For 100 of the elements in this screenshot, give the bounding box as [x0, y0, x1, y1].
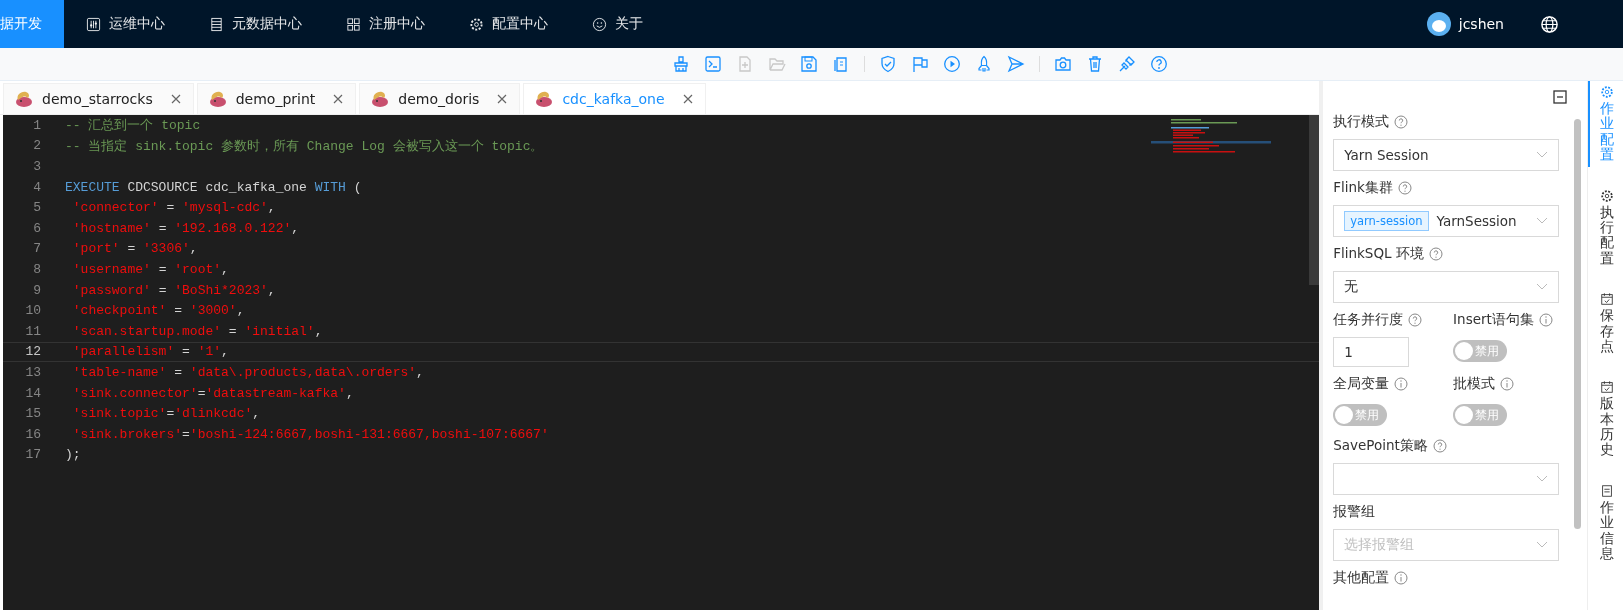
document-icon: [1599, 483, 1614, 498]
camera-icon[interactable]: [1054, 55, 1072, 73]
code-line: 'scan.startup.mode' = 'initial',: [71, 323, 323, 339]
code-line: EXECUTE CDCSOURCE cdc_kafka_one WITH (: [65, 179, 362, 195]
file-tab[interactable]: demo_print: [196, 83, 357, 114]
list-icon: [209, 16, 224, 32]
nav-item[interactable]: 元数据中心: [187, 0, 324, 48]
field-label: Insert语句集: [1453, 311, 1534, 329]
field-label: 其他配置: [1333, 569, 1390, 587]
globe-icon[interactable]: [1540, 14, 1559, 34]
collapse-icon[interactable]: [1553, 90, 1567, 104]
settings-icon: [469, 16, 484, 32]
user-name[interactable]: jcshen: [1458, 16, 1504, 32]
line-number: 13: [24, 364, 41, 380]
close-icon[interactable]: [497, 94, 508, 104]
broom-icon[interactable]: [672, 55, 690, 73]
line-number: 11: [24, 323, 41, 339]
calendar-icon: [1599, 380, 1614, 395]
number-field[interactable]: 1: [1333, 337, 1410, 367]
code-line: 'checkpoint' = '3000',: [71, 303, 245, 319]
line-number: 14: [24, 385, 41, 401]
code-line: 'connector' = 'mysql-cdc',: [71, 200, 276, 216]
line-number: 3: [32, 159, 41, 174]
file-tab[interactable]: demo_starrocks: [3, 83, 194, 114]
select-field[interactable]: 无: [1333, 271, 1559, 303]
nav-item[interactable]: 关于: [570, 0, 665, 48]
code-line: 'hostname' = '192.168.0.122',: [71, 220, 300, 236]
code-line: 'port' = '3306',: [71, 241, 198, 257]
settings-icon: [1599, 85, 1614, 99]
sliders-icon: [86, 16, 101, 32]
select-field[interactable]: yarn-session YarnSession: [1333, 205, 1559, 237]
line-number: 4: [32, 179, 41, 195]
nav-item[interactable]: 注册中心: [324, 0, 447, 48]
send-icon[interactable]: [1007, 55, 1025, 73]
line-number: 2: [32, 138, 41, 154]
nav-item[interactable]: 配置中心: [447, 0, 570, 48]
code-line: 'username' = 'root',: [71, 261, 229, 277]
field-label: SavePoint策略: [1333, 437, 1428, 455]
close-icon[interactable]: [170, 94, 181, 104]
chevron-down-icon: [1536, 217, 1548, 225]
select-field[interactable]: Yarn Session: [1333, 139, 1559, 171]
tag: yarn-session: [1344, 211, 1429, 231]
help-icon[interactable]: [1394, 115, 1409, 129]
help-icon[interactable]: [1150, 55, 1168, 73]
field-label: 批模式: [1453, 375, 1496, 393]
code-line: 'password' = 'BoShi*2023',: [71, 282, 276, 298]
line-number: 16: [24, 426, 41, 442]
terminal-icon[interactable]: [704, 55, 722, 73]
code-line: 'sink.topic'='dlinkcdc',: [71, 406, 261, 422]
code-line: 'parallelism' = '1',: [71, 344, 229, 360]
rocket-icon[interactable]: [975, 55, 993, 73]
line-number: 17: [24, 447, 41, 463]
scrollbar[interactable]: [1574, 119, 1581, 529]
grid-icon: [346, 16, 361, 32]
line-number: 1: [32, 117, 41, 133]
line-number: 8: [32, 261, 41, 277]
line-number: 9: [32, 282, 41, 298]
help-icon[interactable]: [1432, 439, 1447, 453]
help-icon[interactable]: [1397, 181, 1412, 195]
plug-icon[interactable]: [1118, 55, 1136, 73]
code-line: 'sink.connector'='datastream-kafka',: [71, 385, 354, 401]
calendar-icon: [1599, 292, 1614, 307]
settings-icon: [1599, 188, 1614, 203]
close-icon[interactable]: [333, 94, 344, 104]
close-icon[interactable]: [682, 94, 693, 104]
help-icon[interactable]: [1428, 247, 1443, 261]
info-icon[interactable]: [1500, 377, 1515, 391]
field-label: FlinkSQL 环境: [1333, 245, 1424, 263]
flag-icon[interactable]: [911, 55, 929, 73]
scrollbar[interactable]: [1309, 115, 1320, 285]
file-tab[interactable]: demo_doris: [359, 83, 521, 114]
line-number: 5: [32, 200, 41, 216]
side-tab[interactable]: 作业信息: [1588, 479, 1623, 566]
side-tab[interactable]: 执行配置: [1588, 184, 1623, 271]
field-label: 全局变量: [1333, 375, 1390, 393]
field-label: Flink集群: [1333, 179, 1393, 197]
save-icon[interactable]: [800, 55, 818, 73]
side-tab[interactable]: 版本历史: [1588, 376, 1623, 462]
line-number: 10: [24, 303, 41, 319]
code-line: 'table-name' = 'data\.products,data\.orders',: [71, 364, 424, 380]
chevron-down-icon: [1536, 283, 1548, 291]
code-line: -- 当指定 sink.topic 参数时，所有 Change Log 会被写入这一个 topic。: [65, 137, 544, 155]
nav-item[interactable]: 运维中心: [64, 0, 187, 48]
play-icon[interactable]: [943, 55, 961, 73]
info-icon[interactable]: [1538, 313, 1553, 327]
info-icon[interactable]: [1394, 571, 1409, 585]
select-field[interactable]: [1333, 463, 1559, 495]
avatar-icon[interactable]: [1426, 12, 1451, 36]
side-tab[interactable]: 保存点: [1588, 288, 1623, 359]
info-icon[interactable]: [1394, 377, 1409, 391]
copy-icon[interactable]: [832, 55, 850, 73]
chevron-down-icon: [1536, 541, 1548, 549]
line-number: 6: [32, 220, 41, 236]
code-line: -- 汇总到一个 topic: [65, 117, 201, 135]
help-icon[interactable]: [1408, 313, 1423, 327]
trash-icon[interactable]: [1086, 55, 1104, 73]
line-number: 15: [24, 406, 41, 422]
chevron-down-icon: [1536, 475, 1548, 483]
field-label: 报警组: [1333, 503, 1376, 521]
shield-icon[interactable]: [879, 55, 897, 73]
